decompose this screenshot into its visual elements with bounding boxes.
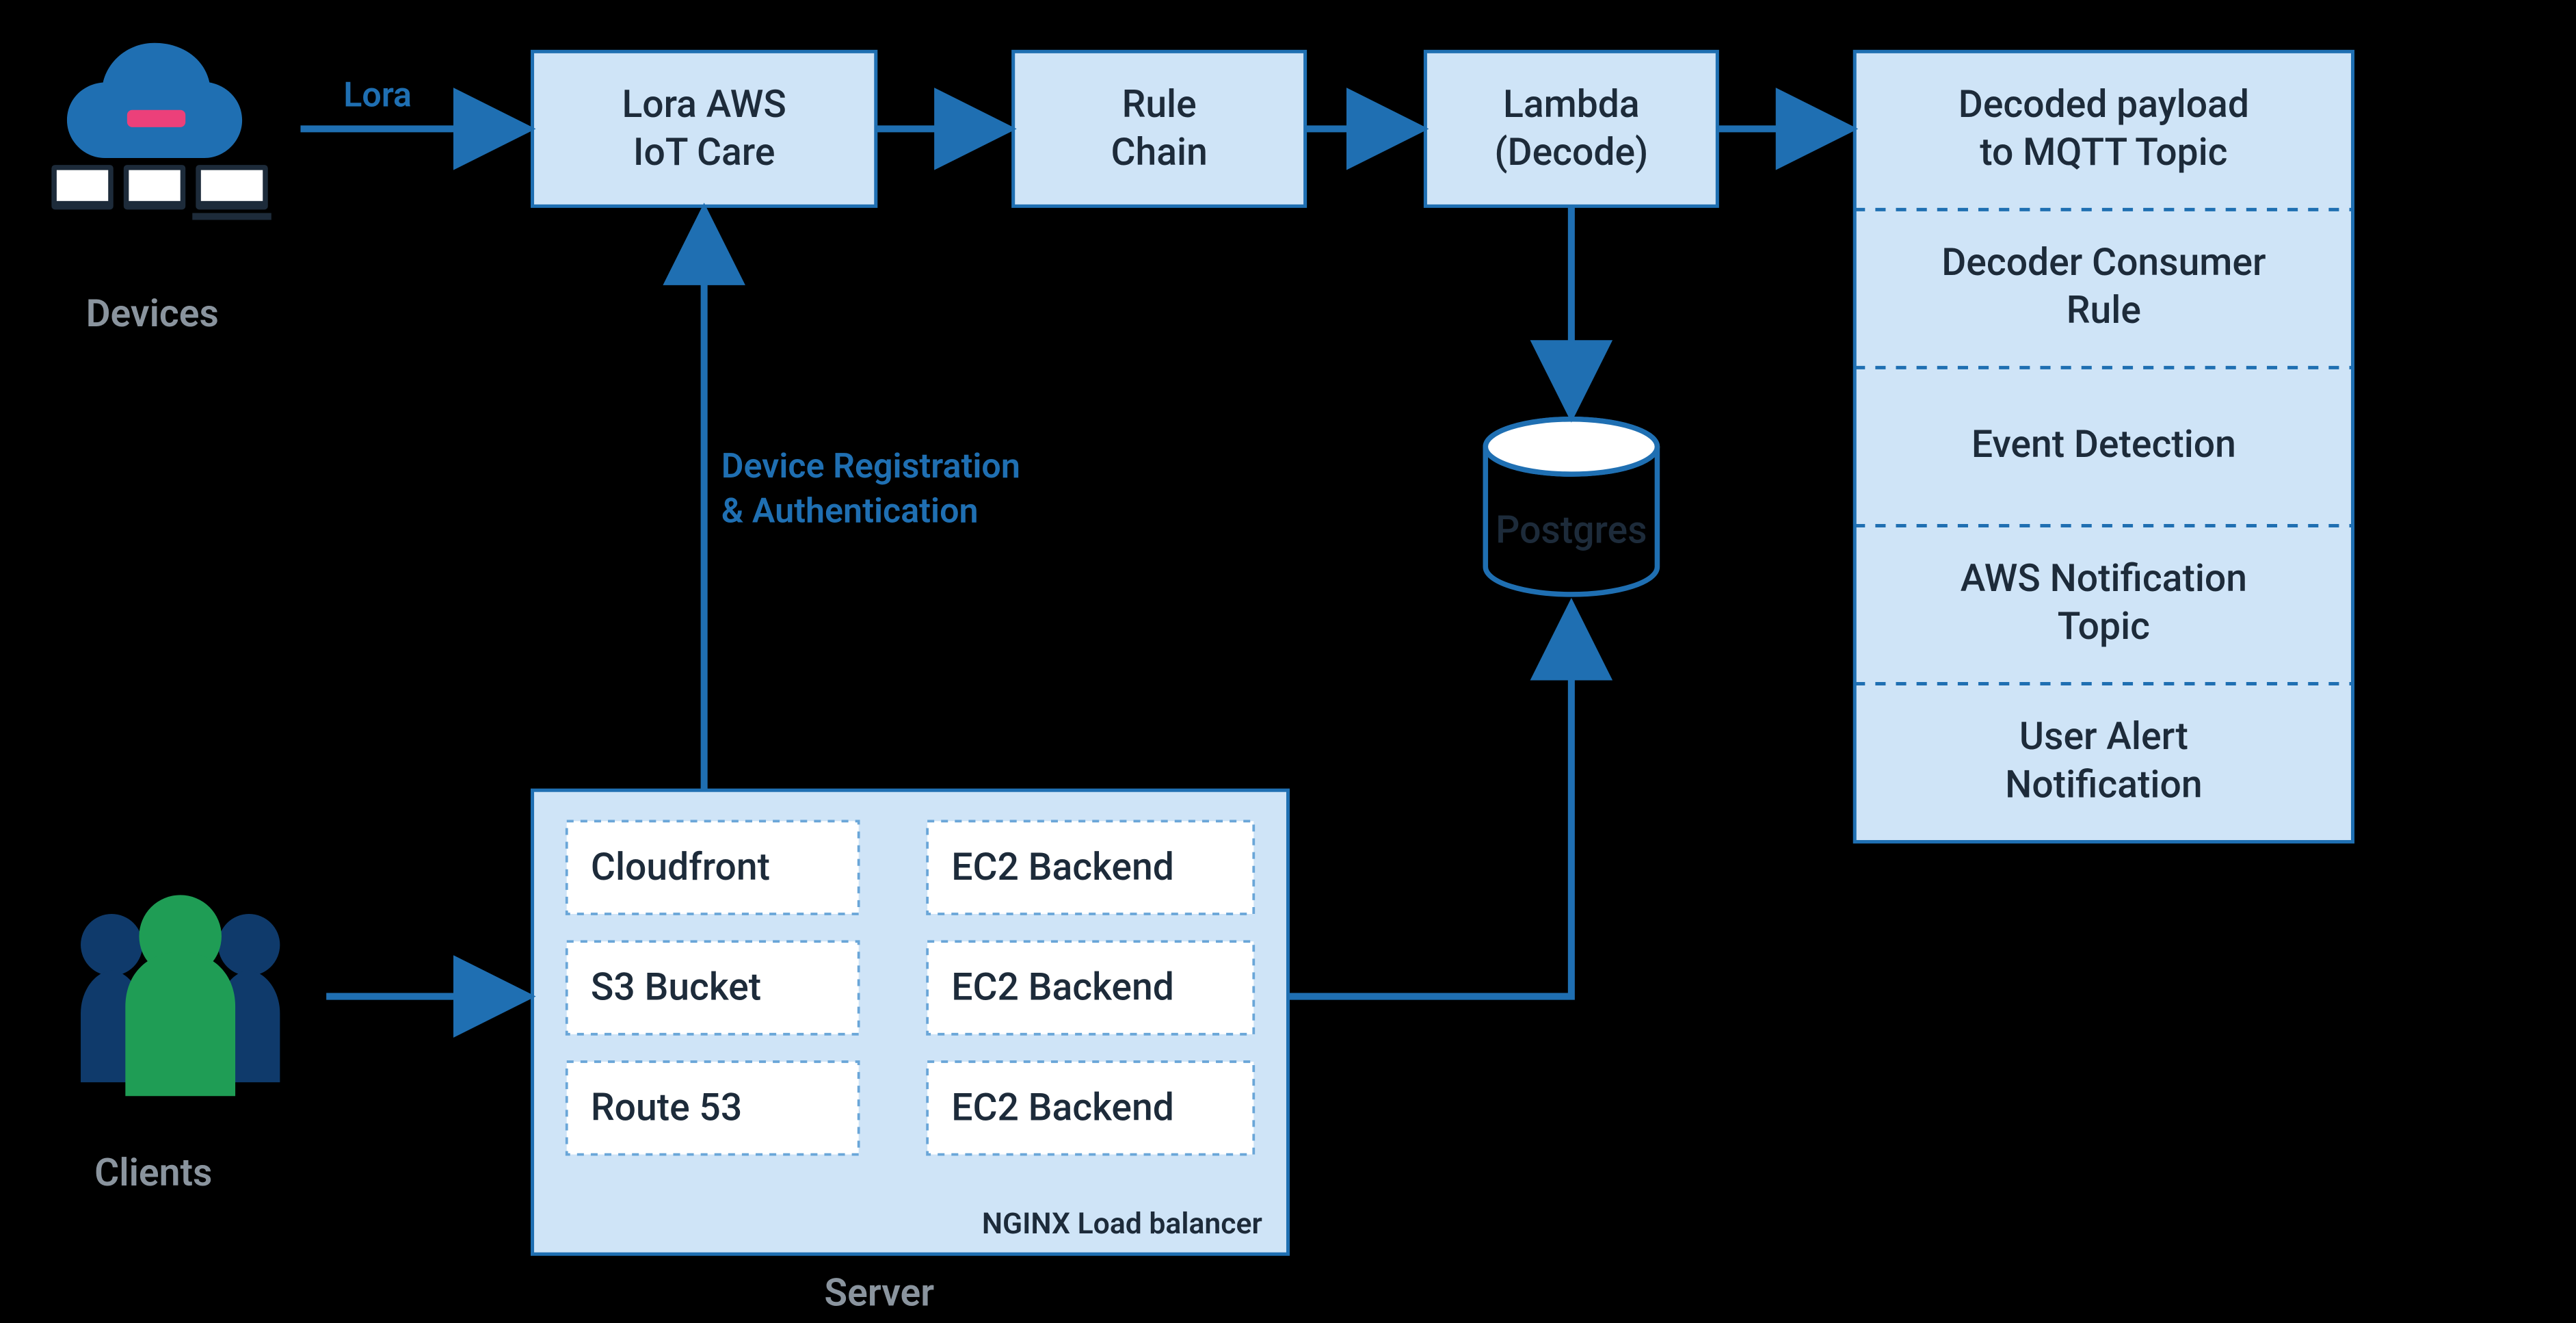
node-postgres: Postgres — [1485, 419, 1657, 594]
node-postgres-label: Postgres — [1496, 509, 1647, 553]
stack-2-line1: Decoder Consumer — [1941, 241, 2266, 285]
clients-label: Clients — [94, 1151, 212, 1195]
server-s3: S3 Bucket — [591, 966, 761, 1010]
devices-label: Devices — [86, 292, 219, 336]
clients-icon — [81, 895, 280, 1096]
node-rule-chain — [1013, 51, 1305, 206]
stack-1-line1: Decoded payload — [1958, 83, 2249, 127]
stack-1-line2: to MQTT Topic — [1980, 131, 2227, 174]
server-route53: Route 53 — [591, 1086, 742, 1129]
server-nginx: NGINX Load balancer — [982, 1207, 1262, 1241]
edge-server-to-postgres — [1288, 612, 1571, 997]
architecture-diagram: Devices Clients Lora AWS IoT Care Rule C… — [0, 0, 2576, 1323]
node-iot-care-line1: Lora AWS — [622, 83, 786, 127]
node-lambda-line1: Lambda — [1503, 83, 1640, 127]
node-rule-chain-line2: Chain — [1111, 131, 1207, 174]
stack-5-line2: Notification — [2005, 763, 2202, 807]
server-label: Server — [824, 1272, 934, 1315]
stack-4-line1: AWS Notification — [1961, 557, 2247, 601]
server-ec2-3: EC2 Backend — [951, 1086, 1174, 1129]
stack-3: Event Detection — [1971, 423, 2236, 467]
node-output-stack: Decoded payload to MQTT Topic Decoder Co… — [1855, 51, 2352, 841]
server-ec2-2: EC2 Backend — [951, 966, 1174, 1010]
server-ec2-1: EC2 Backend — [951, 846, 1174, 889]
node-lambda-line2: (Decode) — [1494, 131, 1648, 174]
devices-icon — [51, 43, 271, 220]
node-iot-care-line2: IoT Care — [633, 131, 775, 174]
server-cloudfront: Cloudfront — [591, 846, 770, 889]
edge-devreg-line1: Device Registration — [721, 446, 1020, 486]
edge-lora-label: Lora — [343, 75, 412, 116]
stack-4-line2: Topic — [2058, 605, 2150, 649]
edge-devreg-line2: & Authentication — [721, 490, 979, 531]
stack-5-line1: User Alert — [2019, 715, 2188, 759]
node-iot-care — [533, 51, 876, 206]
node-lambda — [1425, 51, 1717, 206]
stack-2-line2: Rule — [2067, 289, 2141, 332]
node-rule-chain-line1: Rule — [1122, 83, 1197, 127]
